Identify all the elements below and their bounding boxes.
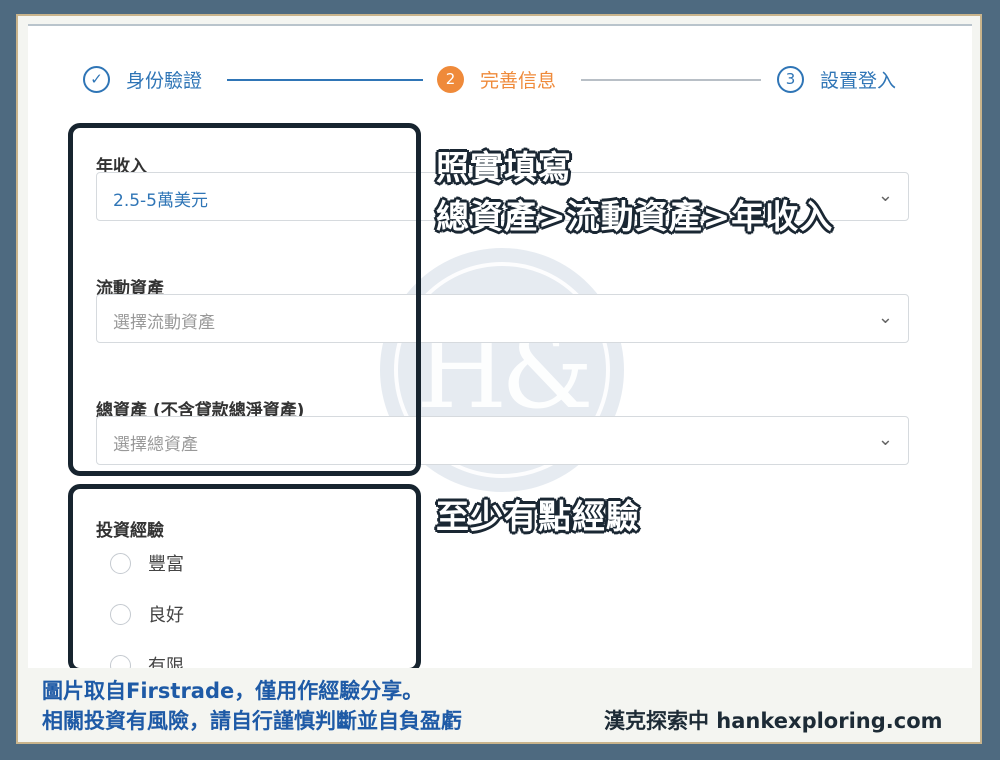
- step-connector-1: [227, 79, 423, 81]
- chevron-down-icon: ⌄: [877, 429, 893, 450]
- screenshot-area: H& ✓ 身份驗證 2 完善信息 3 設置登入 年收入 2.5-5萬美元 ⌄ 流…: [28, 24, 972, 668]
- step-label: 身份驗證: [126, 69, 203, 92]
- step-complete-info[interactable]: 2 完善信息: [437, 62, 556, 96]
- image-frame: H& ✓ 身份驗證 2 完善信息 3 設置登入 年收入 2.5-5萬美元 ⌄ 流…: [16, 14, 982, 744]
- highlight-box-experience: [68, 484, 421, 668]
- step-number: 3: [777, 65, 804, 93]
- chevron-down-icon: ⌄: [877, 307, 893, 328]
- step-setup-login[interactable]: 3 設置登入: [777, 62, 896, 96]
- step-label: 設置登入: [820, 69, 897, 92]
- footer-risk-disclaimer: 相關投資有風險，請自行謹慎判斷並自負盈虧: [42, 709, 462, 733]
- chevron-down-icon: ⌄: [877, 185, 893, 206]
- step-identity-verification[interactable]: ✓ 身份驗證: [83, 62, 202, 96]
- annotation-some-experience: 至少有點經驗: [436, 497, 640, 536]
- step-label: 完善信息: [480, 69, 557, 92]
- annotation-fill-truthfully: 照實填寫: [436, 148, 572, 187]
- highlight-box-assets: [68, 123, 421, 476]
- footer-brand: 漢克探索中 hankexploring.com: [604, 709, 943, 733]
- step-number: 2: [437, 65, 464, 93]
- annotation-asset-order: 總資產>流動資產>年收入: [436, 197, 834, 236]
- step-connector-2: [581, 79, 761, 81]
- check-icon: ✓: [83, 65, 110, 93]
- footer-source-note: 圖片取自Firstrade，僅用作經驗分享。: [42, 679, 424, 703]
